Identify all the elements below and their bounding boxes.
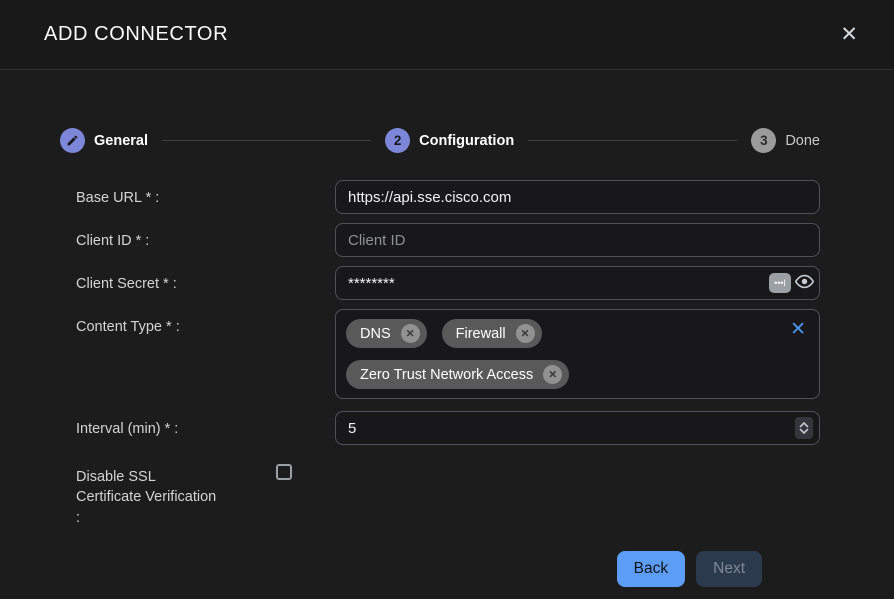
client-secret-row: Client Secret * : •••ǀ: [76, 266, 820, 300]
chip-remove-icon[interactable]: ✕: [543, 365, 562, 384]
content-type-row: Content Type * : DNS ✕ Firewall ✕ Zero T…: [76, 309, 820, 399]
step-done-label: Done: [785, 133, 820, 149]
back-button[interactable]: Back: [617, 551, 685, 587]
interval-row: Interval (min) * :: [76, 411, 820, 445]
close-button[interactable]: ✕: [840, 24, 858, 45]
content-type-multiselect[interactable]: DNS ✕ Firewall ✕ Zero Trust Network Acce…: [335, 309, 820, 399]
chip-dns: DNS ✕: [346, 319, 427, 348]
ssl-verification-label: Disable SSL Certificate Verification :: [76, 459, 276, 528]
step-general-label: General: [94, 133, 148, 149]
chip-label: Zero Trust Network Access: [360, 367, 533, 383]
interval-label: Interval (min) * :: [76, 411, 335, 445]
client-id-input[interactable]: [335, 223, 820, 257]
stepper-connector: [162, 140, 371, 141]
clear-all-icon[interactable]: ✕: [790, 320, 806, 339]
client-id-row: Client ID * :: [76, 223, 820, 257]
dialog-title: ADD CONNECTOR: [44, 23, 228, 46]
stepper-connector: [528, 140, 737, 141]
base-url-row: Base URL * :: [76, 180, 820, 214]
chip-firewall: Firewall ✕: [442, 319, 542, 348]
client-secret-input[interactable]: [335, 266, 820, 300]
chip-remove-icon[interactable]: ✕: [401, 324, 420, 343]
connector-form: Base URL * : Client ID * : Client Secret…: [60, 180, 820, 528]
ssl-verification-row: Disable SSL Certificate Verification :: [76, 459, 820, 528]
client-secret-label: Client Secret * :: [76, 266, 335, 300]
step-3-badge: 3: [751, 128, 776, 153]
password-manager-icon[interactable]: •••ǀ: [769, 273, 791, 293]
eye-icon: [794, 271, 815, 295]
chevron-down-icon: [799, 428, 809, 435]
step-configuration[interactable]: 2 Configuration: [385, 128, 514, 153]
step-done[interactable]: 3 Done: [751, 128, 820, 153]
content-type-label: Content Type * :: [76, 309, 335, 399]
client-id-label: Client ID * :: [76, 223, 335, 257]
step-general[interactable]: General: [60, 128, 148, 153]
chevron-up-icon: [799, 421, 809, 428]
base-url-label: Base URL * :: [76, 180, 335, 214]
next-button[interactable]: Next: [696, 551, 762, 587]
interval-input[interactable]: [335, 411, 820, 445]
dialog-header: ADD CONNECTOR ✕: [0, 0, 894, 70]
step-configuration-label: Configuration: [419, 133, 514, 149]
chip-zero-trust-network-access: Zero Trust Network Access ✕: [346, 360, 569, 389]
dialog-content: General 2 Configuration 3 Done Base URL …: [0, 70, 894, 599]
chip-label: DNS: [360, 326, 391, 342]
close-icon: ✕: [840, 23, 858, 46]
chip-label: Firewall: [456, 326, 506, 342]
show-password-button[interactable]: [794, 271, 815, 295]
number-stepper[interactable]: [795, 417, 813, 439]
wizard-stepper: General 2 Configuration 3 Done: [60, 128, 820, 153]
chip-remove-icon[interactable]: ✕: [516, 324, 535, 343]
dialog-footer: Back Next: [60, 537, 820, 587]
add-connector-dialog: ADD CONNECTOR ✕ General 2 Configuration …: [0, 0, 894, 599]
step-2-badge: 2: [385, 128, 410, 153]
ssl-verification-checkbox[interactable]: [276, 464, 292, 480]
pencil-icon: [60, 128, 85, 153]
base-url-input[interactable]: [335, 180, 820, 214]
